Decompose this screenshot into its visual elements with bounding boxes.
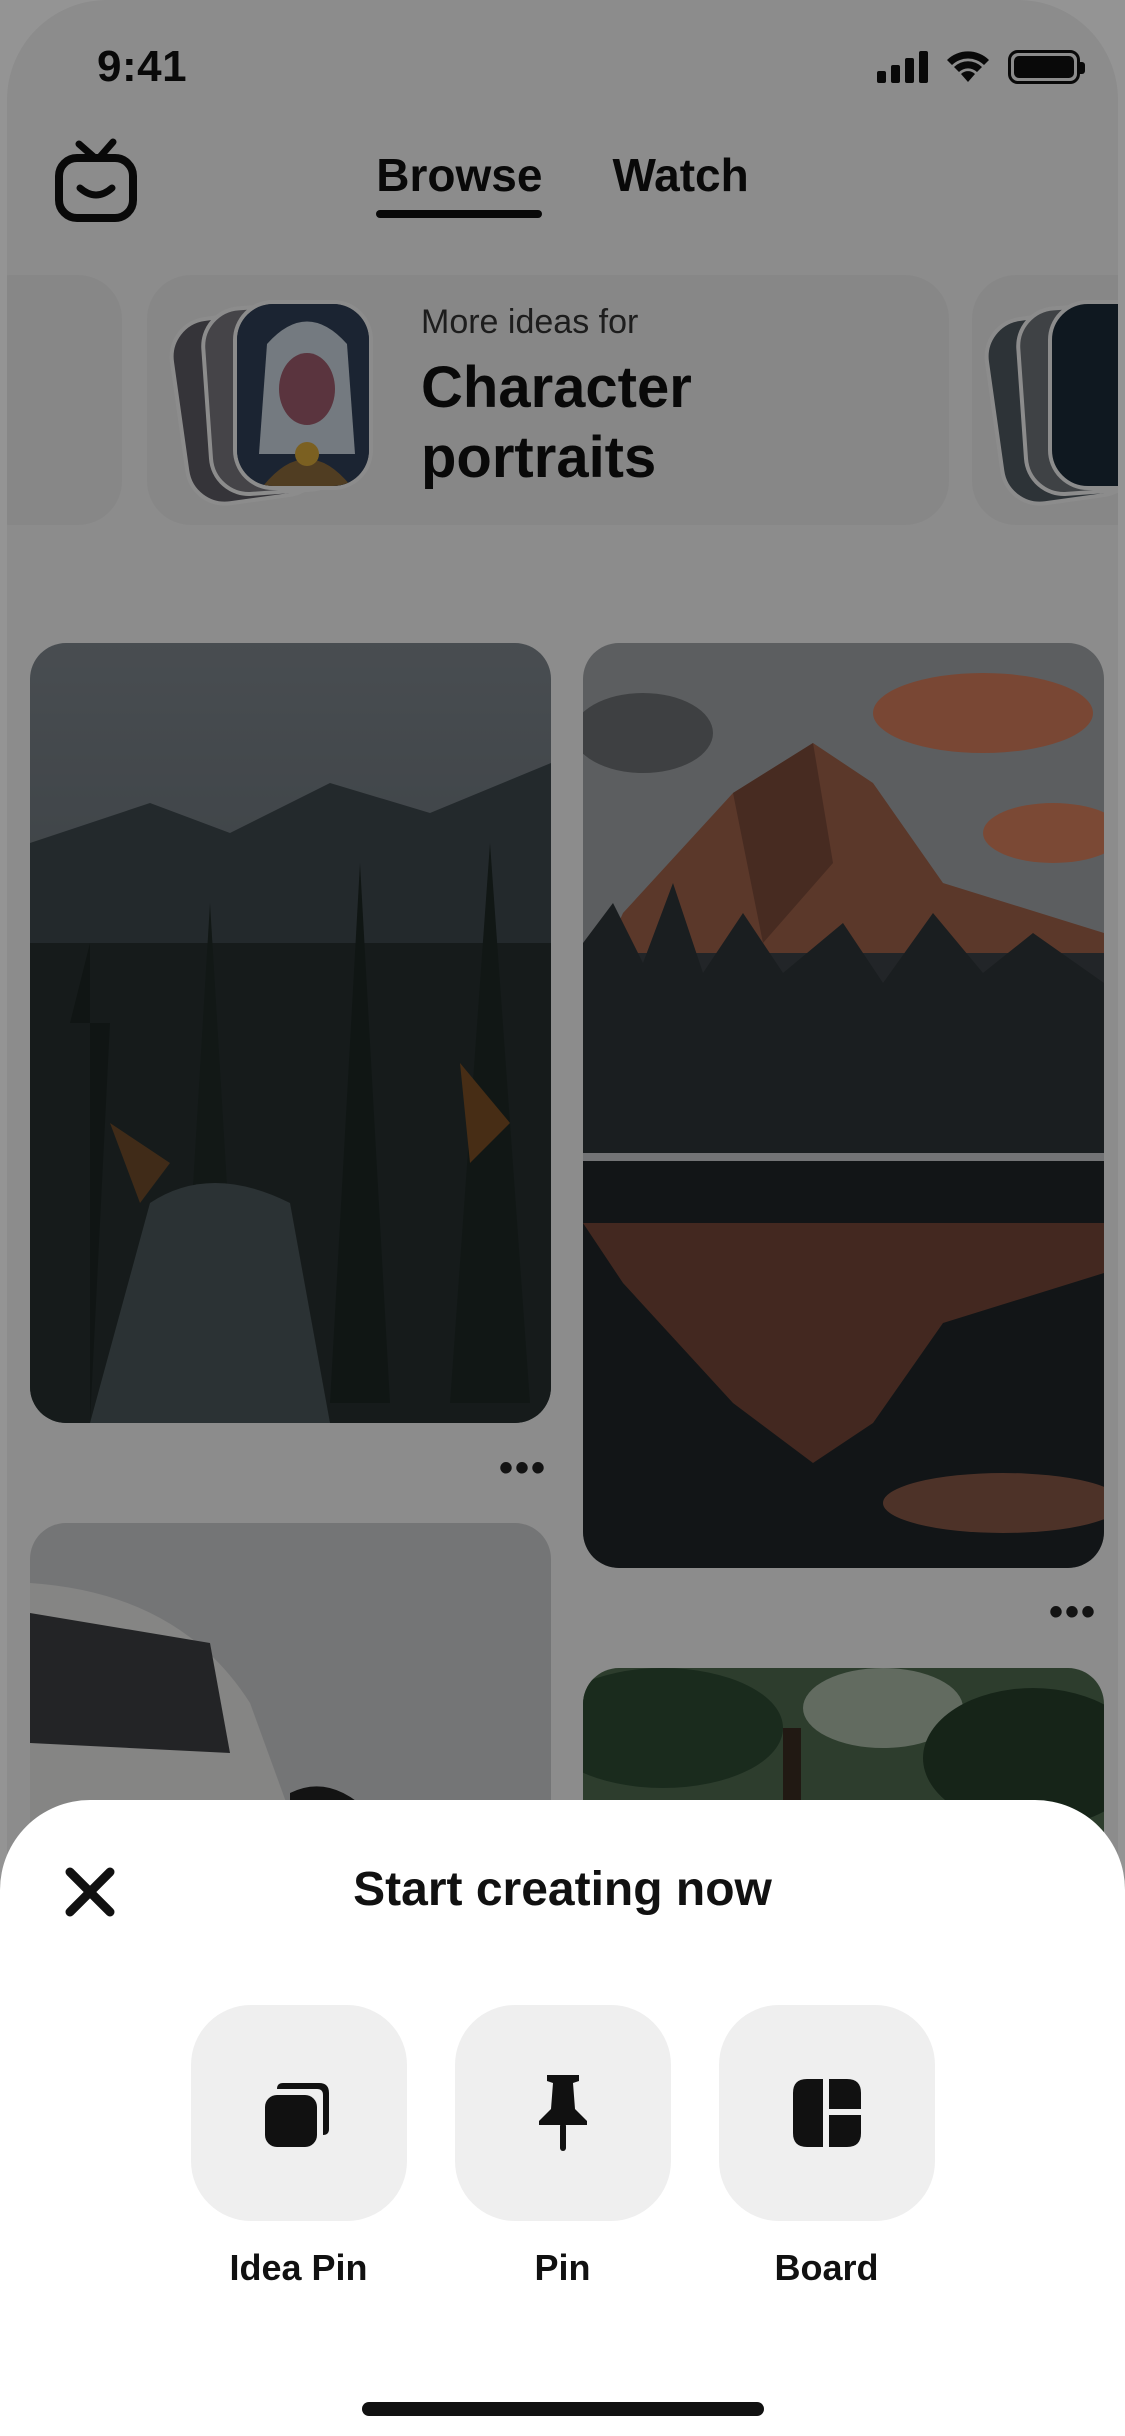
idea-pin-icon (264, 2083, 329, 2147)
create-board-button[interactable] (718, 2005, 935, 2221)
pushpin-icon (538, 2075, 587, 2151)
idea-pin-label: Idea Pin (229, 2247, 368, 2288)
create-pin-option[interactable]: Pin (454, 2005, 671, 2289)
create-bottom-sheet: Start creating now Idea Pin Pin Board (0, 1800, 1125, 2436)
create-pin-button[interactable] (454, 2005, 671, 2221)
create-idea-pin-option[interactable]: Idea Pin (190, 2005, 407, 2289)
phone-screen: 9:41 Browse Watch More ideas for Charact… (0, 0, 1125, 2436)
sheet-title: Start creating now (353, 1863, 772, 1916)
create-options: Idea Pin Pin Board (0, 2005, 1125, 2289)
board-icon (792, 2079, 861, 2147)
create-idea-pin-button[interactable] (190, 2005, 407, 2221)
board-label: Board (774, 2247, 879, 2288)
create-board-option[interactable]: Board (718, 2005, 935, 2289)
pin-label: Pin (534, 2247, 591, 2288)
home-indicator[interactable] (362, 2402, 764, 2416)
